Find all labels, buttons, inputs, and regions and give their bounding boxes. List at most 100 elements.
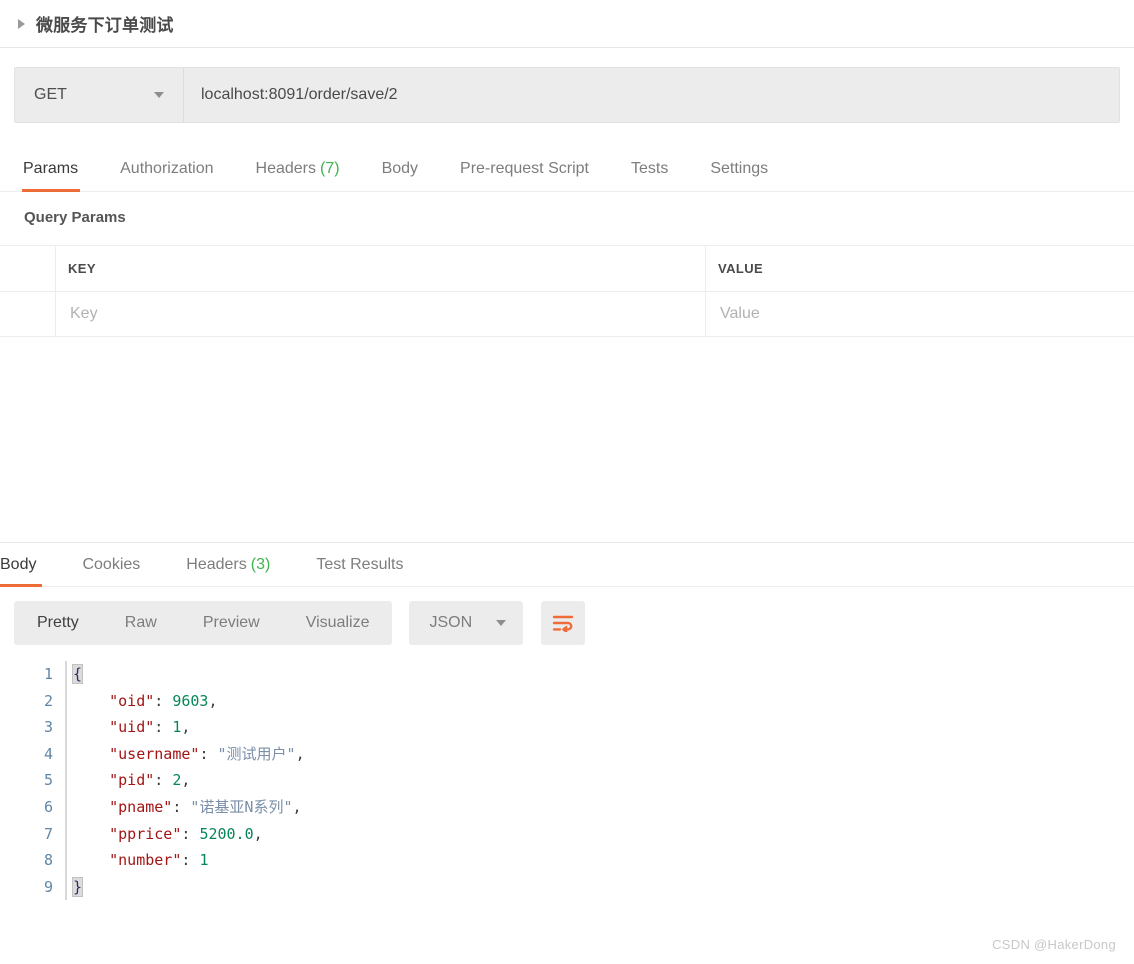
response-tab-test-results[interactable]: Test Results (293, 556, 426, 586)
response-body-code[interactable]: 1{2 "oid": 9603, 3 "uid": 1, 4 "username":… (0, 661, 1134, 901)
tab-params[interactable]: Params (21, 160, 81, 192)
url-bar-container: GET (0, 48, 1134, 123)
chevron-down-icon (154, 92, 164, 98)
code-text: { (67, 661, 84, 688)
response-format-toolbar: Pretty Raw Preview Visualize JSON (0, 587, 1134, 645)
column-header-key: KEY (56, 246, 706, 291)
code-token: : (154, 691, 173, 710)
code-text: "pname": "诺基亚N系列", (67, 794, 302, 821)
view-mode-visualize[interactable]: Visualize (283, 601, 393, 645)
code-line: 1{ (0, 661, 1134, 688)
param-value-input[interactable] (718, 304, 1134, 324)
code-line: 2 "oid": 9603, (0, 687, 1134, 715)
view-mode-group: Pretty Raw Preview Visualize (14, 601, 393, 645)
response-tab-cookies[interactable]: Cookies (59, 556, 163, 586)
line-number: 4 (43, 744, 53, 763)
code-token: : (154, 718, 173, 737)
view-mode-preview[interactable]: Preview (180, 601, 283, 645)
param-value-cell[interactable] (706, 292, 1134, 336)
tab-authorization[interactable]: Authorization (120, 160, 213, 191)
code-token: "pname" (109, 797, 173, 816)
view-mode-pretty[interactable]: Pretty (14, 601, 102, 645)
code-line: 4 "username": "测试用户", (0, 740, 1134, 768)
code-token: "uid" (109, 718, 155, 737)
code-text: "number": 1 (67, 847, 208, 874)
tab-tests[interactable]: Tests (631, 160, 668, 191)
code-line: 5 "pid": 2, (0, 767, 1134, 794)
tab-headers-label: Headers (255, 160, 316, 177)
table-row (0, 291, 1134, 336)
query-params-heading: Query Params (24, 209, 126, 226)
http-method-select[interactable]: GET (15, 68, 184, 122)
watermark: CSDN @HakerDong (992, 937, 1116, 952)
page-title: 微服务下订单测试 (36, 16, 174, 35)
code-token: "username" (109, 744, 200, 763)
line-number: 3 (43, 718, 53, 737)
line-number: 8 (43, 851, 53, 870)
line-number: 9 (43, 877, 53, 896)
code-token: : (199, 744, 218, 763)
code-text: } (67, 874, 84, 901)
code-token: "测试用户" (217, 744, 296, 763)
response-tabs: Body Cookies Headers (3) Test Results (0, 543, 1134, 587)
http-method-label: GET (34, 86, 67, 103)
tab-authorization-label: Authorization (120, 160, 214, 177)
code-token: "pid" (109, 771, 155, 790)
tab-headers[interactable]: Headers (7) (256, 160, 340, 191)
tab-settings-label: Settings (710, 160, 769, 177)
code-token: { (71, 664, 84, 684)
code-line: 9} (0, 873, 1134, 901)
code-token: , (253, 824, 263, 843)
response-tab-headers[interactable]: Headers (3) (163, 556, 293, 586)
response-tab-body-label: Body (0, 556, 37, 573)
code-token: : (181, 851, 200, 870)
wrap-lines-button[interactable] (541, 601, 586, 645)
code-token: : (181, 824, 200, 843)
code-token: : (172, 797, 191, 816)
tab-headers-count: (7) (320, 160, 340, 177)
code-text: "pid": 2, (67, 767, 190, 794)
tab-body[interactable]: Body (382, 160, 418, 191)
response-tab-test-results-label: Test Results (316, 556, 404, 573)
code-line: 7 "pprice": 5200.0, (0, 820, 1134, 848)
code-token: , (181, 771, 191, 790)
code-token: , (292, 797, 302, 816)
code-text: "uid": 1, (67, 714, 190, 741)
response-panel: Body Cookies Headers (3) Test Results Pre… (0, 542, 1134, 901)
response-tab-body[interactable]: Body (0, 556, 59, 587)
triangle-right-icon[interactable] (18, 18, 25, 29)
code-line: 6 "pname": "诺基亚N系列", (0, 793, 1134, 821)
query-params-table: KEY VALUE (0, 245, 1134, 337)
url-input[interactable] (184, 68, 1119, 122)
tab-pre-request-script-label: Pre-request Script (460, 160, 589, 177)
code-token: 5200.0 (199, 824, 254, 843)
param-key-input[interactable] (68, 304, 705, 324)
tab-settings[interactable]: Settings (710, 160, 768, 191)
wrap-lines-icon (552, 615, 574, 632)
response-tab-cookies-label: Cookies (82, 556, 141, 573)
tab-pre-request-script[interactable]: Pre-request Script (460, 160, 589, 191)
select-all-cell[interactable] (0, 246, 56, 291)
code-token: , (295, 744, 305, 763)
param-key-cell[interactable] (56, 292, 706, 336)
chevron-down-icon (496, 620, 507, 626)
response-tab-headers-label: Headers (186, 556, 247, 573)
view-mode-raw[interactable]: Raw (102, 601, 180, 645)
response-tab-headers-count: (3) (250, 556, 271, 573)
line-number: 2 (43, 691, 53, 710)
row-checkbox-cell[interactable] (0, 292, 56, 336)
code-line: 8 "number": 1 (0, 847, 1134, 874)
request-empty-area (0, 337, 1134, 542)
line-number: 7 (43, 824, 53, 843)
tab-tests-label: Tests (630, 160, 669, 177)
code-token: , (181, 718, 191, 737)
code-token: 1 (199, 851, 209, 870)
code-token: : (154, 771, 173, 790)
tab-body-label: Body (381, 160, 419, 177)
request-title-bar: 微服务下订单测试 (0, 0, 1134, 48)
response-format-select[interactable]: JSON (409, 601, 524, 645)
code-text: "oid": 9603, (67, 688, 217, 715)
code-token: 9603 (172, 691, 209, 710)
tab-params-label: Params (23, 160, 79, 177)
code-line: 3 "uid": 1, (0, 714, 1134, 741)
